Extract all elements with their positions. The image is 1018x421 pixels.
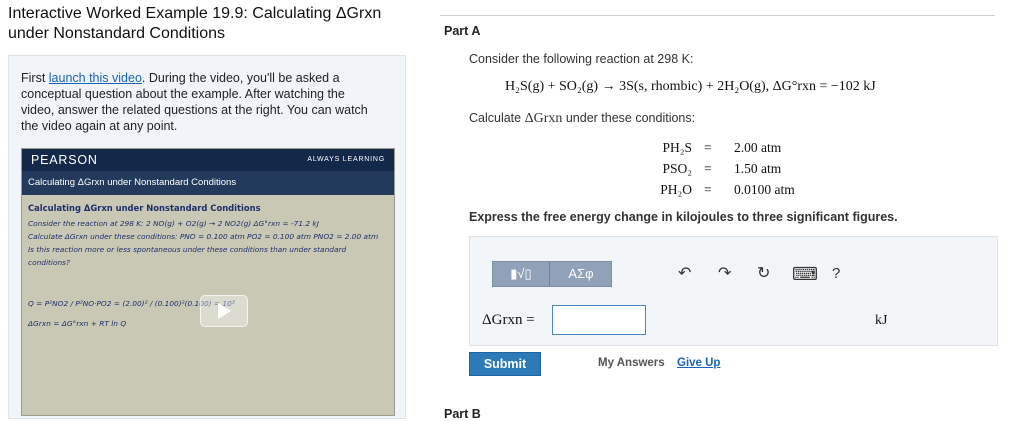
calc-prompt: Calculate ΔGrxn under these conditions: xyxy=(469,111,695,127)
redo-icon[interactable]: ↷ xyxy=(718,265,731,283)
condition-equals: = xyxy=(704,161,712,176)
answer-box: ▮√▯ ΑΣφ ↶ ↷ ↻ ⌨ ? ΔGrxn = kJ xyxy=(469,236,998,346)
intro-before-link: First xyxy=(21,71,49,85)
launch-video-link[interactable]: launch this video xyxy=(49,71,142,85)
board-line: Is this reaction more or less spontaneou… xyxy=(28,245,347,254)
board-dg-equation: ΔGrxn = ΔG°rxn + RT ln Q xyxy=(28,319,127,328)
board-line: Consider the reaction at 298 K: 2 NO(g) … xyxy=(28,219,319,228)
condition-symbol: PH₂O xyxy=(660,182,692,197)
brand-tagline: ALWAYS LEARNING xyxy=(307,156,385,163)
video-brand-bar: PEARSON ALWAYS LEARNING xyxy=(22,149,394,171)
condition-symbol: PSO₂ xyxy=(662,161,692,176)
math-template-toolbar: ▮√▯ ΑΣφ xyxy=(492,261,612,287)
calc-prompt-after: under these conditions: xyxy=(562,111,696,125)
condition-value: 0.0100 atm xyxy=(734,182,795,197)
answer-label: ΔGrxn = xyxy=(482,312,535,328)
page-title: Interactive Worked Example 19.9: Calcula… xyxy=(8,5,382,42)
answer-input[interactable] xyxy=(552,305,646,335)
part-b-heading: Part B xyxy=(444,407,481,421)
reaction-equation: H₂S(g) + SO₂(g) → 3S(s, rhombic) + 2H₂O(… xyxy=(505,79,876,94)
condition-equals: = xyxy=(704,140,712,155)
condition-value: 1.50 atm xyxy=(734,161,782,176)
submit-button[interactable]: Submit xyxy=(469,352,541,376)
reaction-prompt: Consider the following reaction at 298 K… xyxy=(469,52,694,66)
video-whiteboard: Calculating ΔGrxn under Nonstandard Cond… xyxy=(22,195,394,415)
board-line: Calculate ΔGrxn under these conditions: … xyxy=(28,232,379,241)
undo-icon[interactable]: ↶ xyxy=(678,265,691,283)
video-subtitle: Calculating ΔGrxn under Nonstandard Cond… xyxy=(22,171,394,195)
reset-icon[interactable]: ↻ xyxy=(757,265,770,283)
intro-text: First launch this video. During the vide… xyxy=(21,70,381,134)
calc-prompt-before: Calculate xyxy=(469,111,525,125)
condition-symbol: PH₂S xyxy=(662,140,692,155)
help-icon[interactable]: ? xyxy=(832,265,840,283)
instruction-text: Express the free energy change in kilojo… xyxy=(469,210,898,224)
play-button[interactable] xyxy=(200,295,248,327)
pearson-logo: PEARSON xyxy=(31,153,98,167)
unit-label: kJ xyxy=(875,313,888,328)
condition-value: 2.00 atm xyxy=(734,140,782,155)
divider xyxy=(440,15,995,16)
video-player[interactable]: PEARSON ALWAYS LEARNING Calculating ΔGrx… xyxy=(21,148,395,416)
part-a-heading: Part A xyxy=(444,24,481,38)
greek-symbols-button[interactable]: ΑΣφ xyxy=(550,262,612,286)
delta-g-symbol: ΔGrxn xyxy=(524,111,563,126)
board-heading: Calculating ΔGrxn under Nonstandard Cond… xyxy=(28,203,261,213)
condition-equals: = xyxy=(704,182,712,197)
template-button[interactable]: ▮√▯ xyxy=(493,262,550,286)
keyboard-icon[interactable]: ⌨ xyxy=(792,265,818,283)
my-answers-label: My Answers xyxy=(598,357,665,369)
board-line: conditions? xyxy=(28,258,70,267)
video-panel: First launch this video. During the vide… xyxy=(8,55,406,419)
give-up-link[interactable]: Give Up xyxy=(677,357,720,369)
